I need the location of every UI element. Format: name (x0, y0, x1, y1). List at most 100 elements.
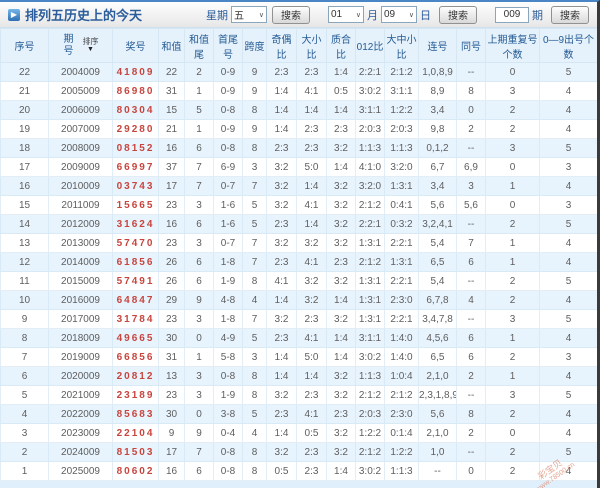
table-cell: 1:4 (326, 461, 356, 481)
search-issue-button[interactable]: 搜索 (551, 5, 589, 24)
table-cell: 1:4 (296, 100, 327, 120)
table-cell: 3,4 (418, 100, 457, 120)
table-row: 15 2011009 15665 23 3 1-6 5 3:2 4:1 3:2 2:1:2 0:4:1… (0, 195, 597, 215)
table-cell: 5 (242, 328, 267, 348)
table-cell: 6 (456, 347, 486, 367)
table-cell: 31 (158, 347, 185, 367)
table-cell: 1:4:0 (384, 347, 419, 367)
column-header-2: 奖号 (112, 28, 159, 63)
table-row: 16 2010009 03743 17 7 0-7 7 3:2 1:4 3:2 3:2:0 1:3:1… (0, 176, 597, 196)
history-today-panel: ▶ 排列五历史上的今天 星期 五 ∨ 搜索 01 ∨ 月 09 ∨ 日 搜索 0… (0, 0, 600, 488)
table-row: 4 2022009 85683 30 0 3-8 5 2:3 4:1 2:3 2:0:3 2:3:0 5… (0, 404, 597, 424)
sort-issue-button[interactable]: 排序 ▼ (83, 37, 99, 54)
table-cell: 16 (0, 176, 49, 196)
search-date-button[interactable]: 搜索 (439, 5, 477, 24)
table-cell: 7 (242, 176, 267, 196)
day-select-value: 09 (384, 9, 396, 20)
table-cell: 3 (485, 81, 540, 101)
table-cell: 2 (485, 271, 540, 291)
column-header-7: 奇偶比 (266, 28, 297, 63)
month-select[interactable]: 01 ∨ (328, 6, 364, 23)
table-cell: 7 (242, 252, 267, 272)
table-cell: 30 (158, 404, 185, 424)
table-cell: 6,7,8 (418, 290, 457, 310)
table-cell: 7 (184, 176, 214, 196)
table-cell: 8 (242, 271, 267, 291)
table-cell: 2:3 (296, 385, 327, 405)
table-row: 18 2008009 08152 16 6 0-8 8 2:3 2:3 3:2 1:1:3 1:1:3… (0, 138, 597, 158)
table-cell: 3:2 (266, 157, 297, 177)
table-cell: 3 (485, 309, 540, 329)
table-cell: 0 (485, 423, 540, 443)
week-select[interactable]: 五 ∨ (231, 6, 267, 23)
table-cell: 1:4 (326, 328, 356, 348)
column-header-0: 序号 (0, 28, 49, 63)
table-cell: 23 (158, 233, 185, 253)
date-search-group: 01 ∨ 月 09 ∨ 日 搜索 (328, 5, 477, 24)
table-cell: 2:3 (296, 442, 327, 462)
table-cell: 1 (485, 366, 540, 386)
table-cell: 3,4 (418, 176, 457, 196)
table-cell: 2:3:0 (384, 290, 419, 310)
search-week-button[interactable]: 搜索 (272, 5, 310, 24)
table-cell: 3:2 (296, 290, 327, 310)
table-cell: 2:1:2 (355, 195, 385, 215)
table-cell: 8 (456, 81, 486, 101)
table-row: 3 2023009 22104 9 9 0-4 4 1:4 0:5 3:2 1:2:2 0:1:4 2,… (0, 423, 597, 443)
footer-strip (0, 481, 597, 488)
table-cell: 0-7 (213, 233, 243, 253)
table-cell: 3:2 (326, 442, 356, 462)
page-title: 排列五历史上的今天 (25, 8, 143, 23)
table-cell: 4 (242, 423, 267, 443)
table-cell: 4 (539, 252, 597, 272)
table-cell: 23 (158, 195, 185, 215)
table-cell: 3:1:1 (384, 81, 419, 101)
table-cell: 3 (0, 423, 49, 443)
table-cell: 0-8 (213, 442, 243, 462)
issue-input[interactable] (495, 6, 529, 23)
table-cell: 2:3 (296, 461, 327, 481)
table-cell: 2017009 (48, 309, 113, 329)
table-cell: 17 (0, 157, 49, 177)
title-bar: ▶ 排列五历史上的今天 星期 五 ∨ 搜索 01 ∨ 月 09 ∨ 日 搜索 0… (0, 2, 597, 28)
table-cell: 2024009 (48, 442, 113, 462)
table-cell: 3:2 (326, 271, 356, 291)
table-cell: 6,7 (418, 157, 457, 177)
table-cell: 1:4 (266, 290, 297, 310)
table-row: 6 2020009 20812 13 3 0-8 8 1:4 1:4 3:2 1:1:3 1:0:4 2… (0, 366, 597, 386)
table-cell: 0:3:2 (384, 214, 419, 234)
table-cell: 15 (158, 100, 185, 120)
table-cell: 26 (158, 271, 185, 291)
table-cell: 2:0:3 (355, 119, 385, 139)
table-cell: 0 (485, 62, 540, 82)
day-select[interactable]: 09 ∨ (381, 6, 417, 23)
table-cell: 3 (456, 176, 486, 196)
table-cell: 2:3 (266, 328, 297, 348)
table-cell: 8 (242, 138, 267, 158)
table-cell: 4 (539, 100, 597, 120)
table-cell: 2,3,1,8,9 (418, 385, 457, 405)
table-cell: 57491 (112, 271, 159, 291)
table-cell: -- (456, 271, 486, 291)
table-cell: 5,4 (418, 271, 457, 291)
table-cell: 2 (456, 119, 486, 139)
table-cell: 0-8 (213, 461, 243, 481)
table-cell: -- (456, 385, 486, 405)
table-cell: 3 (485, 138, 540, 158)
table-row: 14 2012009 31624 16 6 1-6 5 2:3 1:4 3:2 2:2:1 0:3:2… (0, 214, 597, 234)
table-cell: 5 (539, 271, 597, 291)
table-cell: 15 (0, 195, 49, 215)
table-cell: 7 (456, 233, 486, 253)
table-cell: 4 (456, 290, 486, 310)
table-cell: 5:0 (296, 347, 327, 367)
table-cell: 2:3 (296, 138, 327, 158)
table-cell: 0-8 (213, 138, 243, 158)
table-cell: 2,1,0 (418, 423, 457, 443)
table-cell: 66997 (112, 157, 159, 177)
table-cell: 16 (158, 461, 185, 481)
table-cell: 2:1:2 (355, 442, 385, 462)
column-header-4: 和值尾 (184, 28, 214, 63)
table-cell: 4 (539, 81, 597, 101)
table-row: 11 2015009 57491 26 6 1-9 8 4:1 3:2 3:2 1:3:1 2:2:1… (0, 271, 597, 291)
table-cell: 3:2:0 (384, 157, 419, 177)
